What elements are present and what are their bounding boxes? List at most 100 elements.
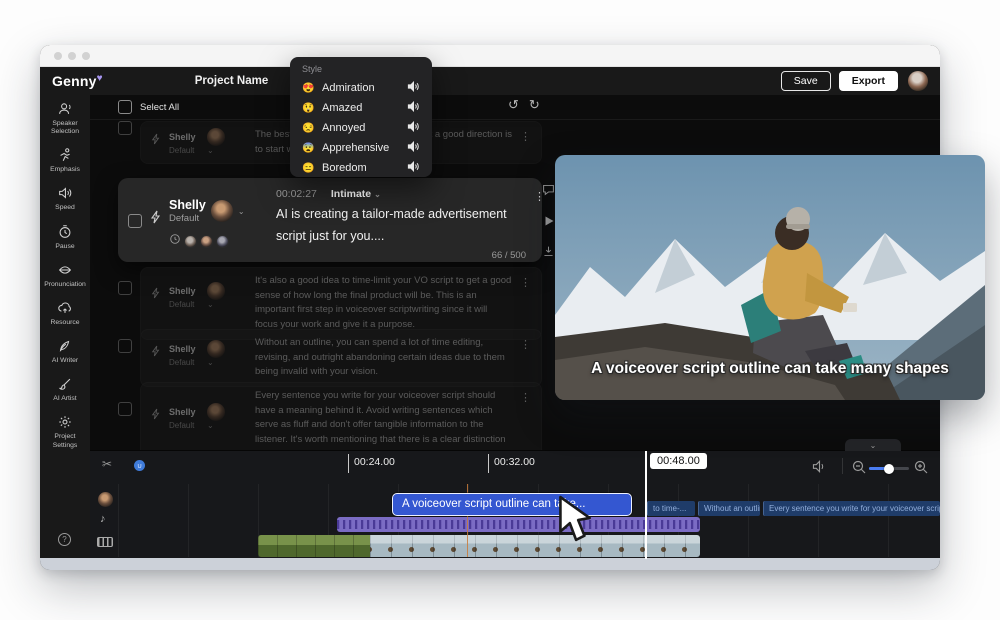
subtitle-clip[interactable]: Without an outline... (698, 501, 760, 516)
pin-icon[interactable] (151, 286, 161, 304)
voice-style-avatar[interactable] (200, 235, 213, 248)
preview-volume-icon[interactable] (407, 139, 420, 157)
subtitle-clip[interactable]: to time-... (647, 501, 695, 516)
voice-style-avatar[interactable] (216, 235, 229, 248)
sidebar-item-pause[interactable]: Pause (40, 218, 90, 256)
timeline-zoom-slider[interactable] (869, 467, 909, 470)
user-avatar[interactable] (908, 71, 928, 91)
chevron-down-icon: ⌄ (207, 358, 214, 367)
block-text[interactable]: It's also a good idea to time-limit your… (255, 274, 512, 333)
pin-icon[interactable] (150, 210, 162, 250)
comment-icon[interactable] (542, 183, 555, 201)
kebab-menu-icon[interactable]: ⋮ (520, 130, 531, 143)
sidebar-item-project-settings[interactable]: Project Settings (40, 408, 90, 454)
download-icon[interactable] (542, 245, 555, 263)
style-option-apprehensive[interactable]: 😨 Apprehensive (302, 138, 420, 158)
block-text-input[interactable]: AI is creating a tailor-made advertiseme… (276, 204, 526, 248)
redo-icon[interactable]: ↻ (529, 97, 540, 113)
apprehensive-emoji-icon: 😨 (302, 143, 322, 154)
resource-icon (57, 300, 73, 316)
block-checkbox[interactable] (118, 281, 132, 295)
history-icon[interactable] (169, 232, 181, 250)
playhead[interactable] (645, 451, 647, 559)
pin-icon[interactable] (151, 132, 161, 150)
sidebar-item-speed[interactable]: Speed (40, 179, 90, 217)
sidebar-item-ai-artist[interactable]: AI Artist (40, 370, 90, 408)
speaker-cell[interactable]: Shelly Default ⌄ (169, 403, 247, 430)
project-name: Project Name (195, 75, 269, 87)
block-text[interactable]: Without an outline, you can spend a lot … (255, 336, 512, 380)
zoom-out-icon[interactable] (852, 460, 866, 479)
style-option-annoyed[interactable]: 😒 Annoyed (302, 118, 420, 138)
logo-heart-icon: ♥ (97, 73, 103, 84)
speaker-cell[interactable]: Shelly Default ⌄ (169, 282, 247, 309)
block-actions-strip (542, 183, 555, 263)
timeline-volume-icon[interactable] (812, 460, 827, 478)
music-track-icon[interactable]: ♪ (100, 513, 106, 525)
style-option-amazed[interactable]: 😲 Amazed (302, 98, 420, 118)
subtitle-clip[interactable]: Every sentence you write for your voiceo… (763, 501, 940, 516)
export-button[interactable]: Export (839, 71, 898, 91)
speaker-selection-icon (57, 101, 73, 117)
sidebar-item-speaker-selection[interactable]: Speaker Selection (40, 95, 90, 141)
ruler-tick (348, 454, 349, 473)
kebab-menu-icon[interactable]: ⋮ (520, 276, 531, 289)
window-bottom-bar (40, 558, 940, 570)
voice-track-icon[interactable] (98, 492, 113, 507)
amazed-emoji-icon: 😲 (302, 103, 322, 114)
kebab-menu-icon[interactable]: ⋮ (520, 338, 531, 351)
block-checkbox[interactable] (118, 121, 132, 135)
preview-volume-icon[interactable] (407, 159, 420, 177)
kebab-menu-icon[interactable]: ⋮ (520, 391, 531, 404)
style-selector[interactable]: Intimate ⌄ (331, 188, 381, 200)
chevron-down-icon: ⌄ (207, 300, 214, 309)
play-icon[interactable] (543, 214, 555, 232)
script-block-4[interactable]: Shelly Default ⌄ Without an outline, you… (118, 329, 542, 387)
timeline-collapse-tab[interactable]: ⌄ (845, 439, 901, 451)
script-block-active[interactable]: Shelly Default ⌄ (118, 178, 542, 262)
sidebar-item-emphasis[interactable]: Emphasis (40, 141, 90, 179)
sidebar-item-pronunciation[interactable]: Pronunciation (40, 256, 90, 294)
undo-icon[interactable]: ↺ (508, 97, 519, 113)
emphasis-icon (57, 147, 73, 163)
slider-knob[interactable] (884, 464, 894, 474)
speaker-cell[interactable]: Shelly Default ⌄ (169, 128, 247, 155)
block-checkbox[interactable] (128, 214, 142, 228)
style-option-boredom[interactable]: 😑 Boredom (302, 158, 420, 178)
block-checkbox[interactable] (118, 402, 132, 416)
pin-icon[interactable] (151, 344, 161, 362)
voice-style-avatar[interactable] (184, 235, 197, 248)
window-close-button[interactable] (54, 52, 62, 60)
help-button[interactable]: ? (58, 533, 71, 546)
video-clip-mountain[interactable] (370, 535, 700, 557)
window-zoom-button[interactable] (82, 52, 90, 60)
cut-tool-icon[interactable]: ✂ (102, 457, 112, 471)
chevron-down-icon: ⌄ (374, 190, 381, 199)
sidebar-item-ai-writer[interactable]: AI Writer (40, 332, 90, 370)
video-clip-grass[interactable] (258, 535, 370, 557)
pin-icon[interactable] (151, 407, 161, 425)
ruler-label: 00:24.00 (354, 456, 395, 468)
speaker-avatar (207, 403, 225, 421)
block-checkbox[interactable] (118, 339, 132, 353)
video-track-icon[interactable] (97, 537, 113, 547)
ruler-label: 00:32.00 (494, 456, 535, 468)
preview-volume-icon[interactable] (407, 99, 420, 117)
snap-magnet-icon[interactable]: ∪ (134, 460, 145, 471)
style-option-admiration[interactable]: 😍 Admiration (302, 78, 420, 98)
preview-volume-icon[interactable] (407, 79, 420, 97)
window-minimize-button[interactable] (68, 52, 76, 60)
annoyed-emoji-icon: 😒 (302, 123, 322, 134)
zoom-in-icon[interactable] (914, 460, 928, 479)
preview-volume-icon[interactable] (407, 119, 420, 137)
speaker-avatar (207, 128, 225, 146)
selected-subtitle-clip[interactable]: A voiceover script outline can take... (392, 493, 632, 516)
select-all-checkbox[interactable] (118, 100, 132, 114)
save-button[interactable]: Save (781, 71, 831, 91)
pronunciation-icon (57, 262, 73, 278)
speaker-cell[interactable]: Shelly Default ⌄ (169, 340, 247, 367)
chevron-down-icon[interactable]: ⌄ (238, 207, 245, 216)
sidebar-item-resource[interactable]: Resource (40, 294, 90, 332)
video-preview[interactable]: A voiceover script outline can take many… (555, 155, 985, 400)
speaker-avatar[interactable] (211, 200, 233, 222)
